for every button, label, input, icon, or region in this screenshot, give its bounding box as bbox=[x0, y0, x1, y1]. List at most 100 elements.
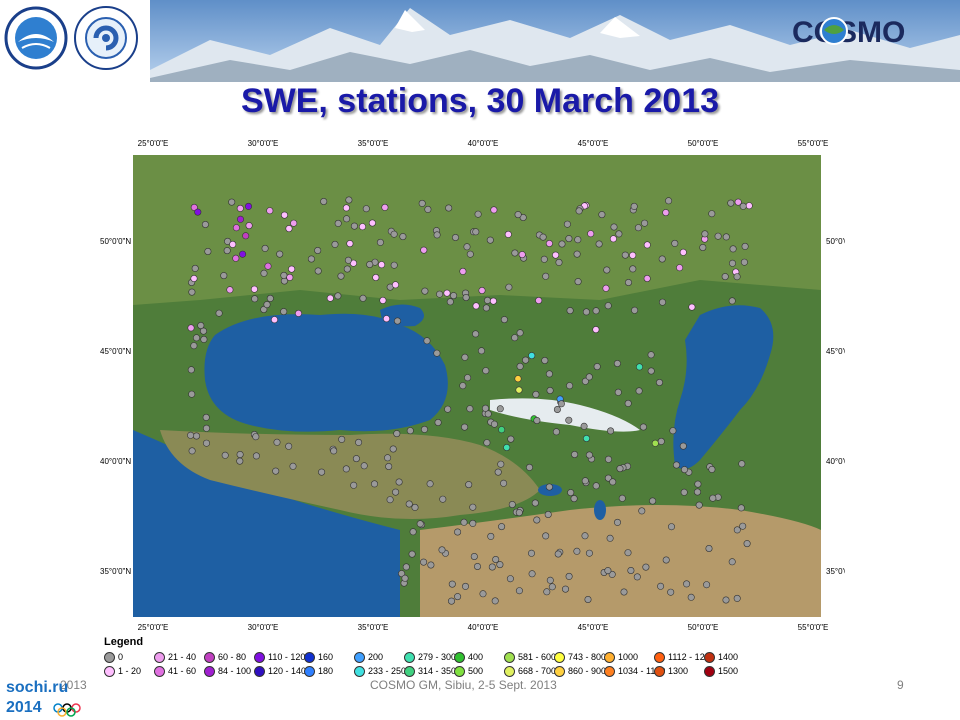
station-marker bbox=[252, 452, 260, 460]
station-marker bbox=[438, 546, 446, 554]
station-marker bbox=[434, 418, 442, 426]
station-marker bbox=[393, 430, 401, 438]
station-marker bbox=[360, 462, 368, 470]
station-marker bbox=[514, 375, 522, 383]
station-marker bbox=[665, 197, 673, 205]
station-marker bbox=[620, 588, 628, 596]
station-marker bbox=[444, 405, 452, 413]
station-marker bbox=[460, 518, 468, 526]
station-marker bbox=[606, 534, 614, 542]
station-marker bbox=[384, 454, 392, 462]
station-marker bbox=[638, 507, 646, 515]
station-marker bbox=[215, 309, 223, 317]
station-marker bbox=[359, 294, 367, 302]
legend-item: 581 - 600 bbox=[504, 650, 556, 664]
station-marker bbox=[647, 367, 655, 375]
station-marker bbox=[448, 580, 456, 588]
legend-swatch bbox=[204, 651, 215, 663]
lon-label-bottom: 30°0'0"E bbox=[248, 623, 279, 632]
station-marker bbox=[548, 583, 556, 591]
station-marker bbox=[338, 435, 346, 443]
station-marker bbox=[402, 563, 410, 571]
station-marker bbox=[379, 296, 387, 304]
station-marker bbox=[693, 488, 701, 496]
station-marker bbox=[541, 357, 549, 365]
station-marker bbox=[701, 230, 709, 238]
station-marker bbox=[574, 278, 582, 286]
station-marker bbox=[343, 265, 351, 273]
station-marker bbox=[439, 495, 447, 503]
station-marker bbox=[470, 552, 478, 560]
station-marker bbox=[525, 463, 533, 471]
station-marker bbox=[461, 353, 469, 361]
station-marker bbox=[607, 427, 615, 435]
station-marker bbox=[533, 416, 541, 424]
station-marker bbox=[409, 528, 417, 536]
station-marker bbox=[221, 451, 229, 459]
lon-label-top: 45°0'0"E bbox=[578, 139, 609, 148]
station-marker bbox=[500, 316, 508, 324]
station-marker bbox=[344, 256, 352, 264]
station-marker bbox=[481, 404, 489, 412]
station-marker bbox=[504, 230, 512, 238]
station-marker bbox=[558, 240, 566, 248]
station-marker bbox=[505, 283, 513, 291]
station-marker bbox=[592, 482, 600, 490]
station-marker bbox=[366, 261, 374, 269]
legend-label: 743 - 800 bbox=[568, 652, 607, 662]
station-marker bbox=[424, 205, 432, 213]
station-marker bbox=[264, 262, 272, 270]
station-marker bbox=[629, 251, 637, 259]
station-marker bbox=[532, 390, 540, 398]
legend-title: Legend bbox=[104, 636, 144, 648]
station-marker bbox=[188, 447, 196, 455]
station-marker bbox=[642, 563, 650, 571]
station-marker bbox=[385, 462, 393, 470]
station-marker bbox=[573, 250, 581, 258]
station-marker bbox=[421, 287, 429, 295]
legend-swatch bbox=[404, 665, 415, 677]
station-marker bbox=[420, 425, 428, 433]
station-marker bbox=[242, 232, 250, 240]
legend-label: 314 - 350 bbox=[418, 666, 457, 676]
station-marker bbox=[745, 202, 753, 210]
station-marker bbox=[581, 532, 589, 540]
station-marker bbox=[350, 222, 358, 230]
station-marker bbox=[346, 240, 354, 248]
station-marker bbox=[405, 500, 413, 508]
station-marker bbox=[461, 423, 469, 431]
hydromet-centre-logo bbox=[74, 6, 138, 70]
legend-label: 1000 bbox=[618, 652, 639, 662]
lat-label-left: 45°0'0"N bbox=[100, 347, 131, 356]
station-marker bbox=[334, 292, 342, 300]
station-marker bbox=[662, 556, 670, 564]
station-marker bbox=[245, 222, 253, 230]
legend-swatch bbox=[554, 651, 565, 663]
legend-label: 400 bbox=[468, 652, 484, 662]
station-marker bbox=[552, 428, 560, 436]
station-marker bbox=[582, 308, 590, 316]
legend-swatch bbox=[554, 665, 565, 677]
station-marker bbox=[281, 211, 289, 219]
station-marker bbox=[261, 244, 269, 252]
lat-label-left: 50°0'0"N bbox=[100, 237, 131, 246]
legend-label: 668 - 700 bbox=[518, 666, 557, 676]
legend-swatch bbox=[704, 651, 715, 663]
station-marker bbox=[490, 206, 498, 214]
legend-swatch bbox=[104, 665, 115, 677]
station-marker bbox=[232, 254, 240, 262]
station-marker bbox=[203, 424, 211, 432]
station-marker bbox=[507, 435, 515, 443]
station-marker bbox=[487, 532, 495, 540]
legend-swatch bbox=[654, 665, 665, 677]
station-marker bbox=[271, 316, 279, 324]
legend-swatch bbox=[154, 651, 165, 663]
station-marker bbox=[514, 211, 522, 219]
station-marker bbox=[204, 248, 212, 256]
station-marker bbox=[492, 555, 500, 563]
station-marker bbox=[627, 566, 635, 574]
station-marker bbox=[463, 243, 471, 251]
station-marker bbox=[454, 528, 462, 536]
station-marker bbox=[574, 236, 582, 244]
station-marker bbox=[483, 439, 491, 447]
